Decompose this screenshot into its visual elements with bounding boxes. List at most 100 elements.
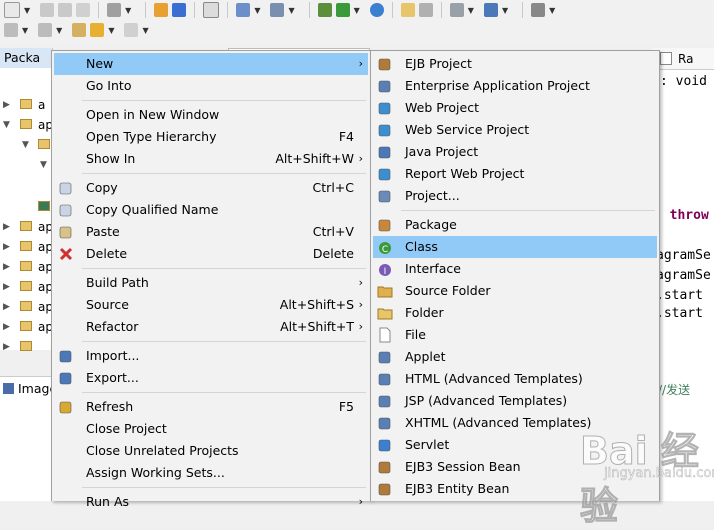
menu-item-open-type-hierarchy[interactable]: Open Type Hierarchy F4 <box>54 126 368 148</box>
web-project-icon <box>377 100 393 116</box>
open-type-icon[interactable] <box>154 3 169 17</box>
menu-item-label: Copy Qualified Name <box>86 202 219 217</box>
ejb-project-icon <box>377 56 393 72</box>
save-icon[interactable] <box>40 3 55 17</box>
build-icon[interactable] <box>107 3 122 17</box>
toolbar-separator <box>391 2 393 18</box>
submenu-item-class[interactable]: C Class <box>373 236 657 258</box>
submenu-item-enterprise-application-project[interactable]: Enterprise Application Project <box>373 75 657 97</box>
counter-icon[interactable] <box>203 2 220 18</box>
submenu-item-report-web-project[interactable]: Report Web Project <box>373 163 657 185</box>
code-editor[interactable]: Ra : void ) throw agramSe agramSe .start… <box>652 48 714 501</box>
last-edit-icon[interactable] <box>72 23 87 37</box>
menu-item-label: Close Project <box>86 421 167 436</box>
cube-icon[interactable] <box>172 3 187 17</box>
submenu-item-ejb3-session-bean[interactable]: EJB3 Session Bean <box>373 456 657 478</box>
menu-item-show-in[interactable]: Show In Alt+Shift+W › <box>54 148 368 170</box>
menu-item-refactor[interactable]: Refactor Alt+Shift+T › <box>54 316 368 338</box>
menu-item-paste[interactable]: Paste Ctrl+V <box>54 221 368 243</box>
chevron-down-icon[interactable]: ▼ <box>3 116 10 134</box>
chevron-right-icon[interactable]: ▶ <box>3 298 10 316</box>
forward-icon[interactable] <box>124 23 139 37</box>
chevron-down-icon[interactable]: ▼ <box>24 6 30 15</box>
chevron-down-icon[interactable]: ▼ <box>254 6 260 15</box>
menu-item-label: Open Type Hierarchy <box>86 129 217 144</box>
submenu-item-package[interactable]: Package <box>373 214 657 236</box>
project-folder-icon <box>20 281 32 291</box>
save-all-icon[interactable] <box>58 3 73 17</box>
submenu-item-servlet[interactable]: Servlet <box>373 434 657 456</box>
submenu-item-applet[interactable]: Applet <box>373 346 657 368</box>
network-icon[interactable] <box>449 3 464 17</box>
run-icon[interactable] <box>335 3 350 17</box>
menu-item-delete[interactable]: Delete Delete <box>54 243 368 265</box>
menu-item-source[interactable]: Source Alt+Shift+S › <box>54 294 368 316</box>
open-folder-icon[interactable] <box>400 3 415 17</box>
package-explorer-tab[interactable]: Packa <box>0 48 52 68</box>
pin-icon[interactable] <box>418 3 433 17</box>
chevron-down-icon[interactable]: ▼ <box>108 26 114 35</box>
menu-item-import[interactable]: Import... <box>54 345 368 367</box>
submenu-item-web-service-project[interactable]: Web Service Project <box>373 119 657 141</box>
search-icon[interactable] <box>236 3 251 17</box>
menu-item-refresh[interactable]: Refresh F5 <box>54 396 368 418</box>
next-annotation-icon[interactable] <box>4 23 18 37</box>
image-view-tab[interactable]: Image <box>0 376 57 400</box>
camera-icon[interactable] <box>531 3 546 17</box>
chevron-right-icon[interactable]: ▶ <box>3 278 10 296</box>
submenu-item-ejb3-entity-bean[interactable]: EJB3 Entity Bean <box>373 478 657 500</box>
chevron-down-icon[interactable]: ▼ <box>22 26 28 35</box>
new-icon[interactable] <box>4 2 20 18</box>
chevron-down-icon[interactable]: ▼ <box>468 6 474 15</box>
chevron-right-icon[interactable]: ▶ <box>3 258 10 276</box>
chevron-down-icon[interactable]: ▼ <box>22 136 29 154</box>
submenu-item-file[interactable]: File <box>373 324 657 346</box>
chevron-right-icon[interactable]: ▶ <box>3 338 10 356</box>
menu-item-shortcut: Alt+Shift+T <box>280 319 354 334</box>
prev-annotation-icon[interactable] <box>38 23 53 37</box>
menu-item-copy[interactable]: Copy Ctrl+C <box>54 177 368 199</box>
settings-icon[interactable] <box>483 3 498 17</box>
chevron-right-icon[interactable]: ▶ <box>3 318 10 336</box>
menu-item-go-into[interactable]: Go Into <box>54 75 368 97</box>
menu-item-shortcut: Ctrl+C <box>312 180 354 195</box>
submenu-item-ejb-project[interactable]: EJB Project <box>373 53 657 75</box>
submenu-item-project[interactable]: Project... <box>373 185 657 207</box>
chevron-down-icon[interactable]: ▼ <box>40 156 47 174</box>
submenu-item-jsp-advanced-templates[interactable]: JSP (Advanced Templates) <box>373 390 657 412</box>
chevron-right-icon[interactable]: ▶ <box>3 238 10 256</box>
search-icon[interactable] <box>270 3 285 17</box>
menu-item-export[interactable]: Export... <box>54 367 368 389</box>
submenu-item-folder[interactable]: Folder <box>373 302 657 324</box>
chevron-right-icon[interactable]: ▶ <box>3 96 10 114</box>
menu-item-new[interactable]: New › <box>54 53 368 75</box>
chevron-down-icon[interactable]: ▼ <box>502 6 508 15</box>
submenu-item-xhtml-advanced-templates[interactable]: XHTML (Advanced Templates) <box>373 412 657 434</box>
menu-item-assign-working-sets[interactable]: Assign Working Sets... <box>54 462 368 484</box>
menu-item-close-unrelated-projects[interactable]: Close Unrelated Projects <box>54 440 368 462</box>
globe-icon[interactable] <box>369 3 384 17</box>
chevron-right-icon[interactable]: ▶ <box>3 218 10 236</box>
print-icon[interactable] <box>76 3 91 17</box>
submenu-item-html-advanced-templates[interactable]: HTML (Advanced Templates) <box>373 368 657 390</box>
menu-item-run-as[interactable]: Run As › <box>54 491 368 513</box>
debug-icon[interactable] <box>317 3 332 17</box>
menu-item-build-path[interactable]: Build Path › <box>54 272 368 294</box>
submenu-item-java-project[interactable]: Java Project <box>373 141 657 163</box>
chevron-down-icon[interactable]: ▼ <box>142 26 148 35</box>
submenu-item-web-project[interactable]: Web Project <box>373 97 657 119</box>
submenu-item-interface[interactable]: I Interface <box>373 258 657 280</box>
menu-item-open-in-new-window[interactable]: Open in New Window <box>54 104 368 126</box>
chevron-down-icon[interactable]: ▼ <box>354 6 360 15</box>
menu-item-label: Refactor <box>86 319 139 334</box>
submenu-item-source-folder[interactable]: Source Folder <box>373 280 657 302</box>
chevron-down-icon[interactable]: ▼ <box>288 6 294 15</box>
menu-item-close-project[interactable]: Close Project <box>54 418 368 440</box>
chevron-down-icon[interactable]: ▼ <box>125 6 131 15</box>
chevron-down-icon[interactable]: ▼ <box>549 6 555 15</box>
editor-tab[interactable]: Ra <box>652 48 714 70</box>
chevron-down-icon[interactable]: ▼ <box>56 26 62 35</box>
project-folder-icon <box>20 119 32 129</box>
back-icon[interactable] <box>90 23 105 37</box>
menu-item-copy-qualified-name[interactable]: Copy Qualified Name <box>54 199 368 221</box>
